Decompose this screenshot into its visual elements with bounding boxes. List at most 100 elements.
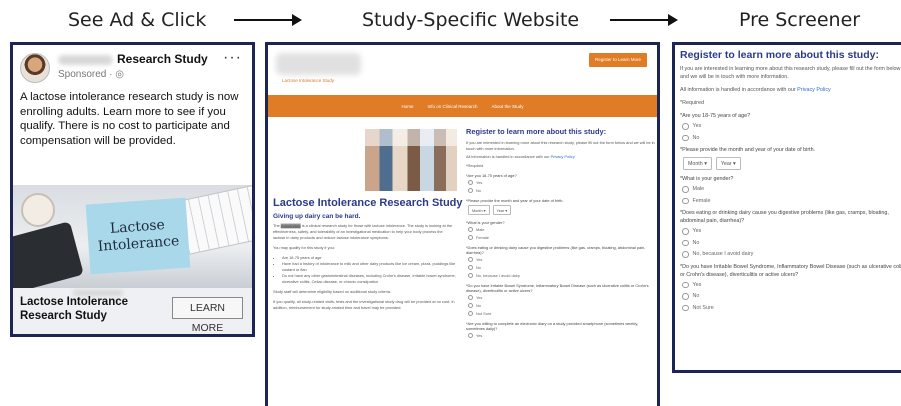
register-button[interactable]: Register to Learn More bbox=[589, 53, 647, 67]
radio-icon[interactable] bbox=[468, 311, 473, 317]
radio-option[interactable]: Not Sure bbox=[682, 304, 901, 311]
qualify-lead: You may qualify for this study if you: bbox=[273, 245, 335, 250]
required-note: *Required bbox=[680, 100, 704, 106]
radio-icon[interactable] bbox=[682, 251, 689, 258]
learn-more-button[interactable]: LEARN MORE bbox=[172, 297, 243, 334]
dob-selects: Month ▾ Year ▾ bbox=[468, 205, 656, 216]
radio-option[interactable]: No bbox=[468, 188, 656, 194]
dob-selects: Month ▾ Year ▾ bbox=[683, 157, 901, 170]
option-label: Not Sure bbox=[476, 311, 492, 317]
question-gender: *What is your gender? bbox=[680, 176, 734, 182]
page-subtitle: Giving up dairy can be hard. bbox=[273, 213, 361, 220]
radio-icon[interactable] bbox=[682, 123, 689, 130]
radio-icon[interactable] bbox=[468, 235, 473, 241]
ad-image[interactable]: Lactose Intolerance bbox=[13, 185, 252, 288]
radio-option[interactable]: No bbox=[468, 265, 656, 271]
question-age: *Are you 18-75 years of age? bbox=[466, 173, 517, 179]
radio-icon[interactable] bbox=[682, 228, 689, 235]
radio-option[interactable]: No bbox=[682, 134, 901, 141]
radio-option[interactable]: Yes bbox=[468, 333, 656, 339]
radio-icon[interactable] bbox=[468, 180, 473, 186]
radio-option[interactable]: No, because I avoid dairy bbox=[682, 251, 901, 258]
step-title-ad: See Ad & Click bbox=[68, 9, 207, 31]
option-label: Yes bbox=[476, 295, 483, 301]
site-header: Lactose Intolerance Study Register to Le… bbox=[268, 45, 657, 95]
staff-note: Study staff will determine eligibility b… bbox=[273, 289, 392, 294]
radio-icon[interactable] bbox=[468, 303, 473, 309]
radio-option[interactable]: Not Sure bbox=[468, 311, 656, 317]
option-label: Female bbox=[692, 197, 711, 204]
month-select[interactable]: Month ▾ bbox=[468, 205, 490, 216]
social-ad-card: Research Study Sponsored · ◎ ··· A lacto… bbox=[10, 42, 255, 337]
radio-option[interactable]: Male bbox=[468, 227, 656, 233]
option-label: Not Sure bbox=[692, 304, 714, 311]
radio-icon[interactable] bbox=[468, 227, 473, 233]
option-label: Female bbox=[476, 235, 489, 241]
radio-icon[interactable] bbox=[682, 304, 689, 311]
radio-icon[interactable] bbox=[468, 265, 473, 271]
radio-icon[interactable] bbox=[468, 273, 473, 279]
question-dob: *Please provide the month and year of yo… bbox=[680, 147, 816, 153]
ad-body-text: A lactose intolerance research study is … bbox=[20, 91, 239, 147]
radio-option[interactable]: Yes bbox=[468, 295, 656, 301]
option-label: Male bbox=[476, 227, 485, 233]
option-label: No, because I avoid dairy bbox=[476, 273, 520, 279]
radio-option[interactable]: Male bbox=[682, 186, 901, 193]
radio-icon[interactable] bbox=[682, 239, 689, 246]
ad-footer: Lactose Intolerance Research Study LEARN… bbox=[13, 288, 252, 334]
group-photo bbox=[365, 129, 457, 191]
sticky-note-text: Lactose Intolerance bbox=[97, 217, 180, 255]
site-logo[interactable] bbox=[276, 53, 361, 75]
radio-option[interactable]: No, because I avoid dairy bbox=[468, 273, 656, 279]
option-label: Yes bbox=[476, 333, 483, 339]
radio-option[interactable]: Female bbox=[682, 197, 901, 204]
cost-note: If you qualify, all study-related visits… bbox=[273, 299, 455, 310]
avatar[interactable] bbox=[20, 53, 50, 83]
pre-screener: Register to learn more about this study:… bbox=[672, 42, 901, 373]
site-register-form: Register to learn more about this study:… bbox=[466, 127, 656, 341]
radio-option[interactable]: Female bbox=[468, 235, 656, 241]
more-options-icon[interactable]: ··· bbox=[223, 49, 242, 67]
radio-icon[interactable] bbox=[682, 197, 689, 204]
privacy-policy-link[interactable]: Privacy Policy bbox=[797, 87, 831, 93]
coffee-cup-icon bbox=[21, 193, 55, 227]
radio-icon[interactable] bbox=[682, 186, 689, 193]
radio-option[interactable]: Yes bbox=[682, 123, 901, 130]
year-select[interactable]: Year ▾ bbox=[715, 157, 741, 170]
radio-icon[interactable] bbox=[682, 134, 689, 141]
radio-option[interactable]: Yes bbox=[682, 228, 901, 235]
page-body: The ▓▓▓▓▓▓▓ is a clinical research study… bbox=[273, 223, 456, 315]
radio-option[interactable]: No bbox=[468, 303, 656, 309]
option-label: No bbox=[692, 293, 700, 300]
ad-footer-title[interactable]: Lactose Intolerance Research Study bbox=[20, 295, 160, 323]
radio-icon[interactable] bbox=[468, 333, 473, 339]
option-label: No bbox=[476, 303, 481, 309]
radio-icon[interactable] bbox=[468, 257, 473, 263]
privacy-policy-link[interactable]: Privacy Policy bbox=[551, 154, 575, 159]
question-dob: *Please provide the month and year of yo… bbox=[466, 198, 564, 204]
form-title: Register to learn more about this study: bbox=[680, 49, 879, 61]
radio-option[interactable]: Yes bbox=[682, 281, 901, 288]
form-intro: If you are interested in learning more a… bbox=[680, 66, 901, 80]
radio-option[interactable]: No bbox=[682, 239, 901, 246]
radio-option[interactable]: Yes bbox=[468, 180, 656, 186]
month-select[interactable]: Month ▾ bbox=[683, 157, 712, 170]
ad-post-header: Research Study Sponsored · ◎ ··· A lacto… bbox=[13, 45, 252, 185]
nav-item-info[interactable]: Info on Clinical Research bbox=[427, 104, 477, 109]
radio-icon[interactable] bbox=[682, 293, 689, 300]
radio-icon[interactable] bbox=[468, 295, 473, 301]
nav-item-home[interactable]: Home bbox=[401, 104, 413, 109]
radio-icon[interactable] bbox=[682, 281, 689, 288]
option-label: No, because I avoid dairy bbox=[692, 251, 754, 258]
arrow-right-icon bbox=[234, 14, 302, 26]
privacy-text: All information is handled in accordance… bbox=[680, 86, 901, 94]
nav-item-about[interactable]: About the Study bbox=[492, 104, 524, 109]
qualify-list: Are 18-75 years of age Have had a histor… bbox=[282, 255, 456, 285]
form-intro: If you are interested in learning more a… bbox=[466, 140, 655, 151]
privacy-text: All information is handled in accordance… bbox=[466, 154, 656, 160]
radio-option[interactable]: No bbox=[682, 293, 901, 300]
year-select[interactable]: Year ▾ bbox=[492, 205, 512, 216]
ad-page-name[interactable]: Research Study bbox=[117, 52, 208, 66]
radio-option[interactable]: Yes bbox=[468, 257, 656, 263]
radio-icon[interactable] bbox=[468, 188, 473, 194]
